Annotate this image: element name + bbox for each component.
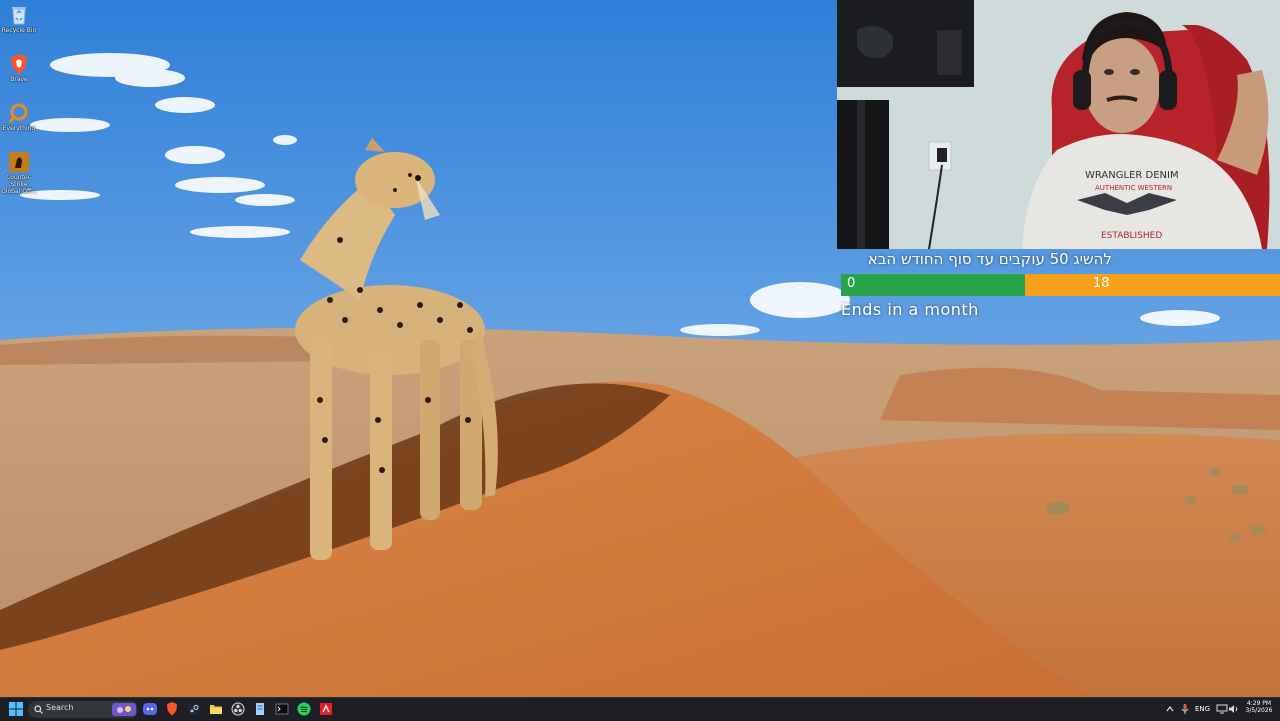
everything-icon (8, 103, 28, 123)
desktop-icon-label: Recycle Bin (1, 27, 37, 34)
goal-target-value: 18 (1093, 276, 1110, 291)
desktop-icon-brave[interactable]: Brave (0, 51, 38, 83)
desktop-icon-label: Counter-Strike Global Off... (1, 174, 37, 195)
tray-date: 3/5/2026 (1245, 707, 1273, 714)
terminal-icon (275, 703, 289, 715)
discord-icon (143, 703, 157, 715)
file-explorer-icon (210, 705, 222, 714)
desktop-icon-label: Everything (2, 125, 36, 132)
brave-icon (11, 54, 27, 74)
shirt-text-line1: WRANGLER DENIM (1085, 170, 1179, 181)
goal-progress-bar: 0 18 (841, 274, 1280, 296)
volume-icon (1229, 705, 1238, 713)
taskbar-app-obs[interactable] (230, 701, 246, 717)
search-highlight-icon (112, 703, 136, 716)
taskbar-app-file-explorer[interactable] (208, 701, 224, 717)
counter-strike-icon (9, 152, 29, 172)
goal-title: להשיג 50 עוקבים עד סוף החודש הבא (867, 250, 1112, 268)
follower-goal-widget: להשיג 50 עוקבים עד סוף החודש הבא 0 18 En… (837, 249, 1280, 327)
notepad-icon (256, 703, 264, 715)
chevron-up-icon (1166, 706, 1174, 712)
goal-ends-label: Ends in a month (841, 300, 979, 319)
taskbar-search-box[interactable]: Search (28, 701, 138, 718)
steam-icon (187, 702, 201, 716)
taskbar-app-steam[interactable] (186, 701, 202, 717)
microphone-icon (1181, 704, 1189, 714)
webcam-overlay: WRANGLER DENIM AUTHENTIC WESTERN ESTABLI… (837, 0, 1280, 249)
desktop-icon-recycle-bin[interactable]: Recycle Bin (0, 2, 38, 34)
taskbar-app-amd[interactable] (318, 701, 334, 717)
brave-icon (167, 702, 177, 716)
webcam-video: WRANGLER DENIM AUTHENTIC WESTERN ESTABLI… (837, 0, 1280, 249)
desktop-icon-label: Brave (10, 76, 28, 83)
taskbar-app-cmd[interactable] (274, 701, 290, 717)
shirt-text-line3: ESTABLISHED (1101, 231, 1162, 241)
tray-time: 4:29 PM (1246, 700, 1272, 707)
taskbar-app-discord[interactable] (142, 701, 158, 717)
goal-current-value: 0 (847, 276, 856, 291)
desktop-icon-everything[interactable]: Everything (0, 100, 38, 132)
amd-icon (320, 703, 332, 715)
start-icon (9, 702, 23, 716)
shirt-text-line2: AUTHENTIC WESTERN (1095, 184, 1172, 192)
taskbar-app-brave[interactable] (164, 701, 180, 717)
desktop-icon-counter-strike[interactable]: Counter-Strike Global Off... (0, 149, 38, 195)
tray-language[interactable]: ENG (1195, 706, 1210, 713)
search-icon (34, 705, 43, 714)
taskbar-app-spotify[interactable] (296, 701, 312, 717)
taskbar-app-notepad[interactable] (252, 701, 268, 717)
spotify-icon (297, 702, 311, 716)
tray-volume[interactable] (1226, 701, 1242, 717)
recycle-bin-icon (12, 7, 26, 25)
obs-icon (231, 702, 245, 716)
taskbar: Search ENG 4:29 PM 3/5/2026 (0, 697, 1280, 721)
search-label: Search (46, 703, 74, 712)
tray-overflow-button[interactable] (1162, 701, 1178, 717)
tray-clock[interactable]: 4:29 PM 3/5/2026 (1244, 700, 1274, 714)
goal-progress-fill (841, 274, 1026, 296)
tray-microphone[interactable] (1177, 701, 1193, 717)
start-button[interactable] (8, 701, 24, 717)
